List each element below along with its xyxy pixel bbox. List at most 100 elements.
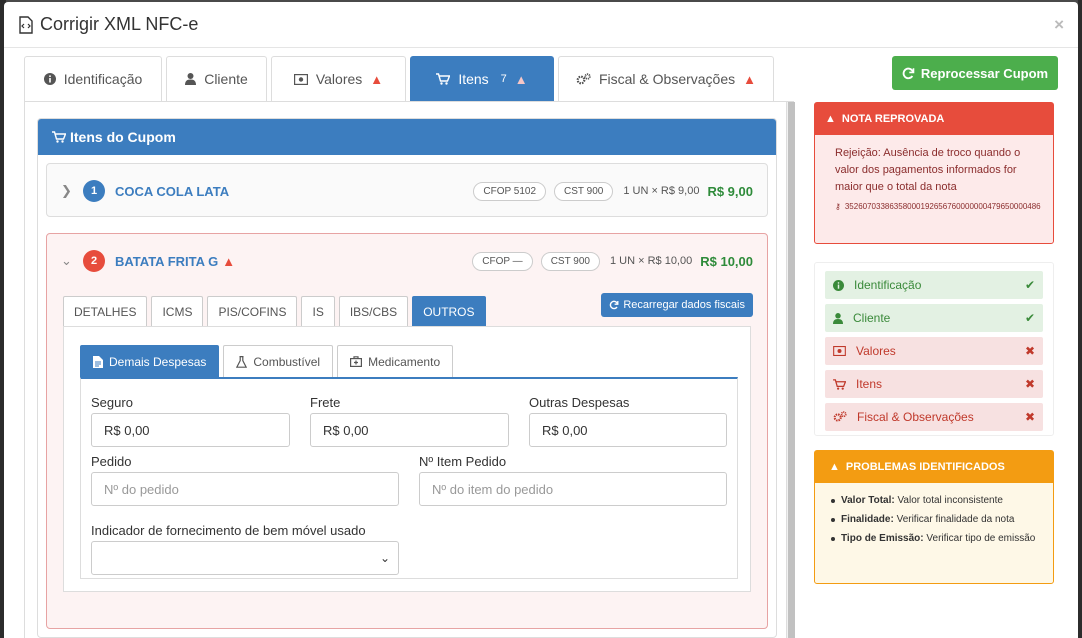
flask-icon [236,355,248,368]
frete-input[interactable]: R$ 0,00 [310,413,509,447]
chevron-down-icon[interactable]: ⌄ [61,253,83,269]
problem-item: Tipo de Emissão: Verificar tipo de emiss… [831,531,1043,546]
sub-tab-detalhes[interactable]: DETALHES [63,296,148,326]
tab-itens-label: Itens [458,71,489,87]
tab-itens[interactable]: Itens 7 ▲ [410,56,554,101]
sub-tab-is[interactable]: IS [301,296,335,326]
tab-fiscal-label: Fiscal & Observações [598,71,736,87]
status-cliente[interactable]: Cliente ✔ [825,304,1043,332]
close-button[interactable]: × [1054,15,1064,35]
tab-demais-despesas-label: Demais Despesas [109,354,207,369]
modal-title-text: Corrigir XML NFC-e [40,14,199,34]
access-key: 3526070338635800019265676000000047965000… [844,202,1041,211]
medkit-icon [350,356,363,367]
status-identificacao[interactable]: Identificação ✔ [825,271,1043,299]
item-pedido-input[interactable]: Nº do item do pedido [419,472,727,506]
section-status-list: Identificação ✔ Cliente ✔ Valores ✖ Iten… [814,262,1054,436]
tab-combustivel[interactable]: Combustível [223,345,334,377]
gears-icon [833,411,847,422]
info-icon [43,73,56,85]
modal: Corrigir XML NFC-e × Identificação Clien… [4,2,1078,638]
tab-cliente[interactable]: Cliente [166,56,267,101]
reload-fiscal-label: Recarregar dados fiscais [623,299,745,311]
problem-item: Finalidade: Verificar finalidade da nota [831,512,1043,527]
fiscal-sub-tabs: DETALHES ICMS PIS/COFINS IS IBS/CBS OUTR… [63,296,486,326]
times-icon: ✖ [1024,410,1035,424]
tab-demais-despesas[interactable]: Demais Despesas [80,345,220,377]
status-label: Itens [856,377,883,391]
cst-badge: CST 900 [554,181,614,201]
key-icon: ⚷ [835,202,841,211]
problems-header: ▲ PROBLEMAS IDENTIFICADOS [815,451,1053,483]
scrollbar-thumb[interactable] [788,102,795,638]
cfop-badge: CFOP — [472,251,533,271]
tab-medicamento[interactable]: Medicamento [337,345,454,377]
sub-tab-ibs-cbs[interactable]: IBS/CBS [338,296,409,326]
chevron-right-icon[interactable]: ❯ [61,183,83,199]
sub-tab-icms[interactable]: ICMS [151,296,204,326]
item-name: BATATA FRITA G [115,253,219,269]
pedido-input[interactable]: Nº do pedido [91,472,399,506]
reprocess-button-label: Reprocessar Cupom [920,65,1049,81]
content-scrollbar[interactable] [786,102,795,638]
tab-content: Itens do Cupom ❯ 1 COCA COLA LATA CFOP 5… [24,102,794,638]
refresh-icon [610,300,619,310]
problems-list: Valor Total: Valor total inconsistente F… [815,483,1053,546]
warning-icon: ▲ [222,253,236,269]
refresh-icon [902,67,915,79]
item-name-wrapper: BATATA FRITA G ▲ [115,254,464,269]
problem-key: Valor Total: [841,495,895,506]
problem-key: Finalidade: [841,514,894,525]
outros-panel: Demais Despesas Combustível Medicamento [63,326,751,592]
items-count-badge: 7 [500,73,507,85]
warning-icon: ▲ [743,71,757,87]
cst-badge: CST 900 [540,251,600,271]
item-name: COCA COLA LATA [115,183,230,199]
warning-icon: ▲ [370,71,384,87]
item-number: 2 [83,250,105,272]
tab-cliente-label: Cliente [204,71,248,87]
problems-title: PROBLEMAS IDENTIFICADOS [845,461,1005,473]
sub-tab-pis-cofins[interactable]: PIS/COFINS [207,296,298,326]
item-quantity: 1 UN × R$ 9,00 [623,185,700,197]
indicador-select[interactable]: ⌄ [91,541,399,575]
tab-identificacao-label: Identificação [63,71,143,87]
item-number: 1 [83,180,105,202]
info-icon [833,279,844,291]
reload-fiscal-button[interactable]: Recarregar dados fiscais [601,293,753,317]
times-icon: ✖ [1024,377,1035,391]
cfop-badge: CFOP 5102 [473,181,547,201]
status-label: Identificação [854,278,922,292]
problems-panel: ▲ PROBLEMAS IDENTIFICADOS Valor Total: V… [814,450,1054,584]
status-itens[interactable]: Itens ✖ [825,370,1043,398]
items-panel: Itens do Cupom ❯ 1 COCA COLA LATA CFOP 5… [37,118,777,638]
cart-icon [436,73,451,85]
sub-tab-outros[interactable]: OUTROS [412,296,486,326]
cart-icon [52,131,66,143]
tab-fiscal[interactable]: Fiscal & Observações ▲ [558,56,774,101]
user-icon [833,312,843,324]
gears-icon [576,72,591,84]
outras-despesas-label: Outras Despesas [529,395,630,410]
item-row-expanded: ⌄ 2 BATATA FRITA G ▲ CFOP — CST 900 1 UN… [46,233,768,629]
demais-despesas-form: Seguro R$ 0,00 Frete R$ 0,00 Outras Desp… [80,377,738,579]
status-label: Fiscal & Observações [857,410,974,424]
item-row[interactable]: ❯ 1 COCA COLA LATA CFOP 5102 CST 900 1 U… [46,163,768,217]
outras-despesas-input[interactable]: R$ 0,00 [529,413,727,447]
problem-text: Verificar finalidade da nota [896,514,1015,525]
seguro-label: Seguro [91,395,133,410]
outros-tabs: Demais Despesas Combustível Medicamento [80,345,454,377]
tab-identificacao[interactable]: Identificação [24,56,162,101]
items-panel-header: Itens do Cupom [38,119,776,155]
reprocess-button[interactable]: Reprocessar Cupom [892,56,1058,90]
status-fiscal[interactable]: Fiscal & Observações ✖ [825,403,1043,431]
seguro-input[interactable]: R$ 0,00 [91,413,290,447]
item-quantity: 1 UN × R$ 10,00 [609,255,693,267]
status-valores[interactable]: Valores ✖ [825,337,1043,365]
indicador-label: Indicador de fornecimento de bem móvel u… [91,523,366,538]
code-file-icon [19,15,33,34]
frete-label: Frete [310,395,341,410]
problem-key: Tipo de Emissão: [841,533,924,544]
tab-valores[interactable]: Valores ▲ [271,56,406,101]
chevron-down-icon: ⌄ [379,551,390,565]
